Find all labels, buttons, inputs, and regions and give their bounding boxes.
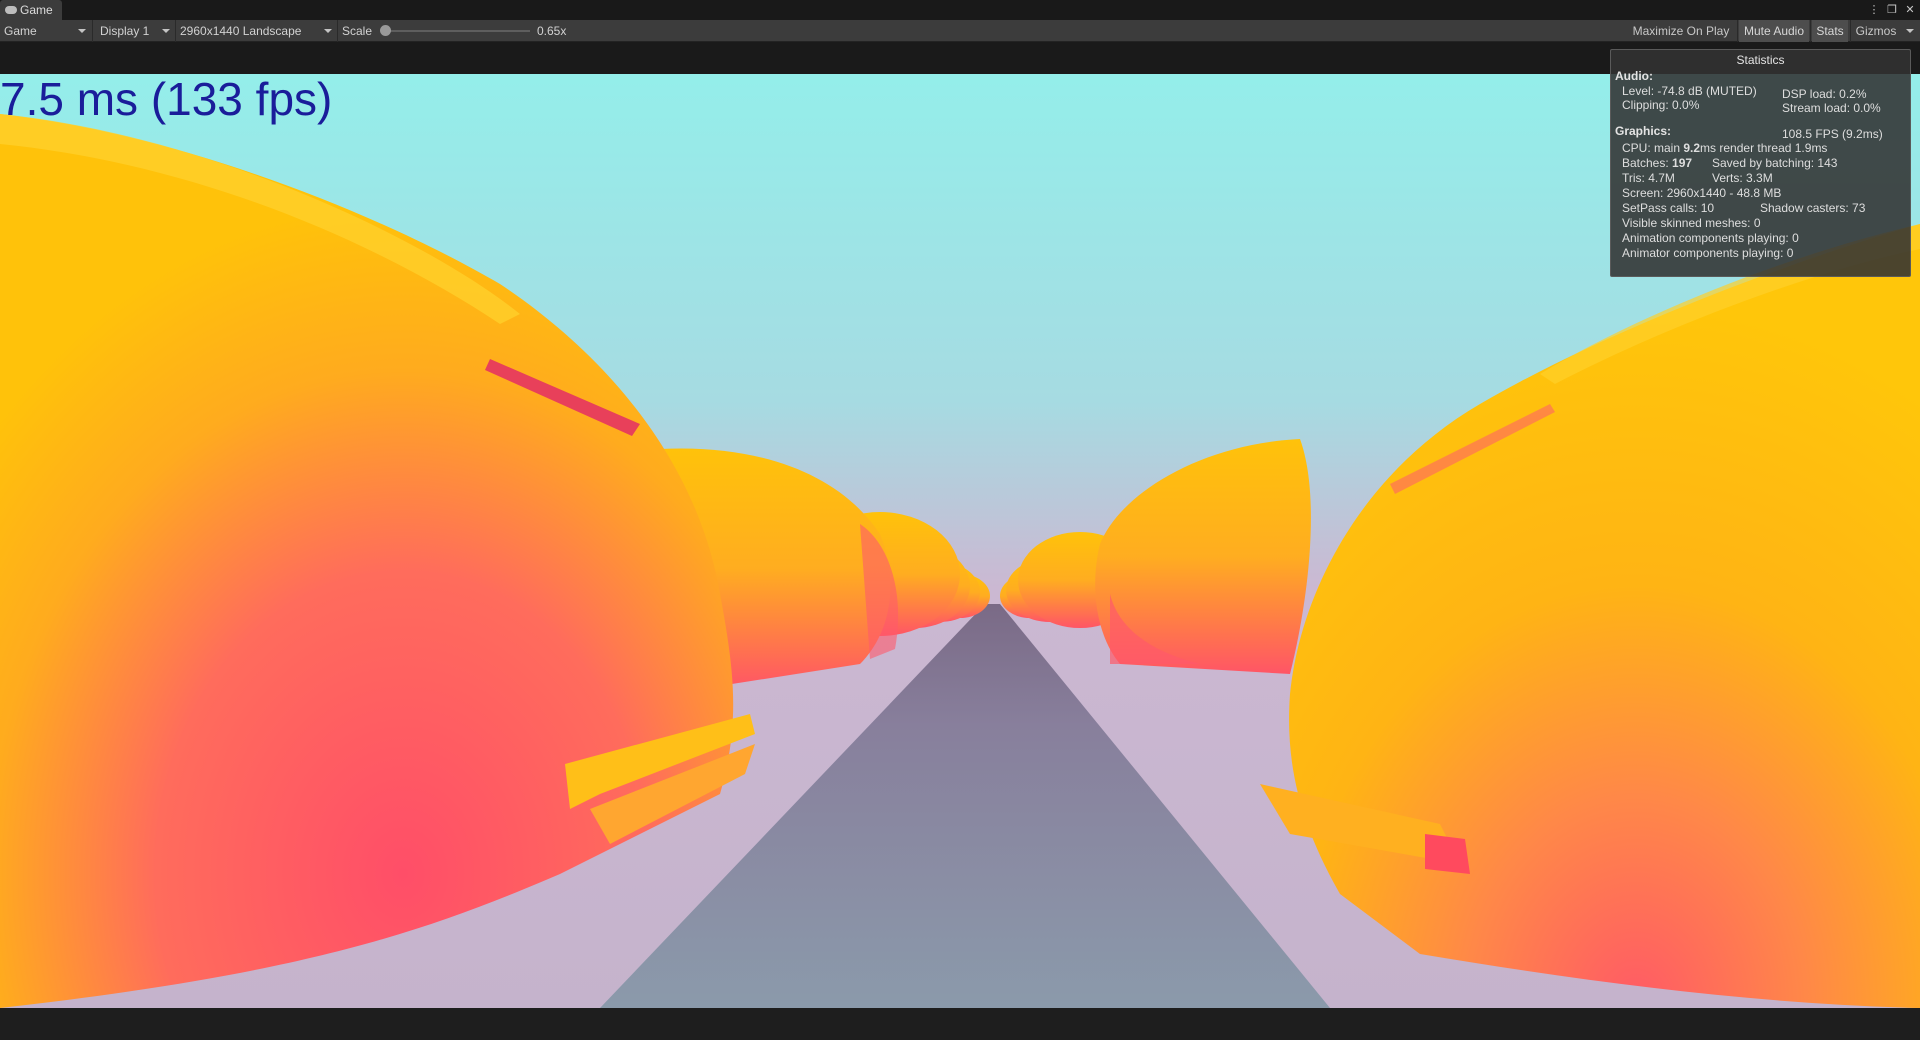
- divider: [175, 20, 176, 42]
- screen-info: Screen: 2960x1440 - 48.8 MB: [1622, 186, 1782, 200]
- bottom-bar: [0, 1008, 1920, 1040]
- cpu-suffix: ms render thread 1.9ms: [1700, 141, 1828, 155]
- audio-clipping: Clipping: 0.0%: [1622, 98, 1700, 112]
- tab-game[interactable]: Game: [0, 0, 62, 20]
- gizmos-dropdown[interactable]: [1902, 20, 1916, 42]
- fps-overlay: 7.5 ms (133 fps): [0, 73, 333, 125]
- audio-level: Level: -74.8 dB (MUTED): [1622, 84, 1757, 98]
- audio-header: Audio:: [1615, 69, 1653, 83]
- tab-label: Game: [20, 3, 53, 17]
- window-controls: ⋮ ❐ ✕: [1868, 2, 1916, 16]
- divider: [337, 20, 338, 42]
- scale-slider-track[interactable]: [388, 30, 530, 32]
- graphics-fps: 108.5 FPS (9.2ms): [1782, 127, 1883, 141]
- chevron-down-icon: [162, 29, 170, 33]
- view-mode-label: Game: [4, 24, 37, 38]
- maximize-icon[interactable]: ❐: [1886, 2, 1898, 16]
- game-viewport[interactable]: 7.5 ms (133 fps) Statistics Audio: Level…: [0, 42, 1920, 1008]
- divider: [1850, 20, 1851, 42]
- tab-strip: Game ⋮ ❐ ✕: [0, 0, 1920, 20]
- divider: [1810, 20, 1811, 42]
- scale-label: Scale: [342, 24, 373, 38]
- statistics-title: Statistics: [1736, 53, 1785, 67]
- animator-components: Animator components playing: 0: [1622, 246, 1794, 260]
- verts: Verts: 3.3M: [1712, 171, 1773, 185]
- close-icon[interactable]: ✕: [1904, 2, 1916, 16]
- batches-value: 197: [1672, 156, 1693, 170]
- mute-audio-button[interactable]: Mute Audio: [1739, 20, 1809, 42]
- resolution-dropdown[interactable]: 2960x1440 Landscape: [180, 20, 334, 42]
- visible-skinned-meshes: Visible skinned meshes: 0: [1622, 216, 1761, 230]
- scale-slider-handle[interactable]: [380, 25, 391, 36]
- cpu-prefix: CPU: main: [1622, 141, 1684, 155]
- display-dropdown[interactable]: Display 1: [100, 20, 172, 42]
- tris: Tris: 4.7M: [1622, 171, 1675, 185]
- chevron-down-icon: [324, 29, 332, 33]
- batches: Batches: 197: [1622, 156, 1692, 170]
- divider: [1737, 20, 1738, 42]
- cpu-main-value: 9.2: [1683, 141, 1701, 155]
- stream-load: Stream load: 0.0%: [1782, 101, 1881, 115]
- batches-prefix: Batches:: [1622, 156, 1673, 170]
- shadow-casters: Shadow casters: 73: [1760, 201, 1866, 215]
- view-mode-dropdown[interactable]: Game: [4, 20, 88, 42]
- graphics-header: Graphics:: [1615, 124, 1672, 138]
- display-label: Display 1: [100, 24, 150, 38]
- animation-components: Animation components playing: 0: [1622, 231, 1799, 245]
- cpu-stats: CPU: main 9.2ms render thread 1.9ms: [1622, 141, 1827, 155]
- stats-button[interactable]: Stats: [1812, 20, 1848, 42]
- divider: [92, 20, 93, 42]
- dsp-load: DSP load: 0.2%: [1782, 87, 1867, 101]
- setpass-calls: SetPass calls: 10: [1622, 201, 1715, 215]
- saved-by-batching: Saved by batching: 143: [1712, 156, 1838, 170]
- gamepad-icon: [5, 6, 17, 14]
- maximize-on-play-button[interactable]: Maximize On Play: [1627, 20, 1735, 42]
- more-icon[interactable]: ⋮: [1868, 2, 1880, 16]
- scale-value: 0.65x: [537, 24, 567, 38]
- chevron-down-icon: [78, 29, 86, 33]
- statistics-panel: Statistics Audio: Level: -74.8 dB (MUTED…: [1610, 49, 1911, 277]
- resolution-label: 2960x1440 Landscape: [180, 24, 302, 38]
- chevron-down-icon: [1906, 29, 1914, 33]
- game-toolbar: Game Display 1 2960x1440 Landscape Scale…: [0, 20, 1920, 42]
- gizmos-button[interactable]: Gizmos: [1852, 20, 1900, 42]
